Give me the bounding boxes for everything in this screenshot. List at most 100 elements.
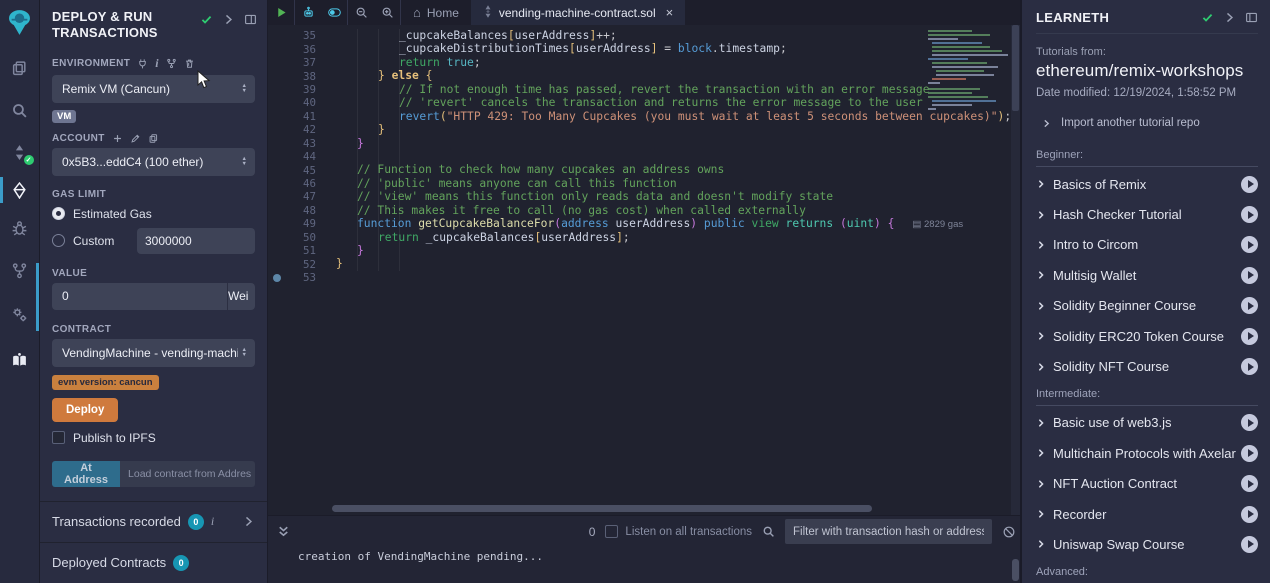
tutorial-item[interactable]: NFT Auction Contract: [1036, 469, 1258, 499]
tutorial-item[interactable]: Solidity Beginner Course: [1036, 291, 1258, 321]
code-line[interactable]: function getCupcakeBalanceFor(address us…: [330, 217, 1020, 230]
account-select[interactable]: 0x5B3...eddC4 (100 ether) ▲▼: [52, 148, 255, 176]
tutorial-item[interactable]: Solidity NFT Course: [1036, 351, 1258, 381]
import-tutorial-repo[interactable]: Import another tutorial repo: [1042, 117, 1258, 129]
code-line[interactable]: }: [330, 257, 1020, 270]
solidity-compiler-icon[interactable]: ✓: [0, 137, 40, 167]
code-editor[interactable]: 35363738394041424344454647484950515253 _…: [268, 25, 1020, 515]
environment-info-icon[interactable]: i: [155, 56, 159, 71]
learneth-expand-icon[interactable]: [1223, 11, 1236, 24]
gutter-line[interactable]: 39: [268, 83, 330, 96]
transactions-info-icon[interactable]: i: [211, 514, 214, 529]
sign-message-icon[interactable]: [130, 133, 141, 144]
editor-gutter[interactable]: 35363738394041424344454647484950515253: [268, 25, 330, 515]
play-tutorial-button[interactable]: [1241, 267, 1258, 284]
remix-logo-icon[interactable]: [0, 3, 40, 41]
zoom-in-icon[interactable]: [374, 0, 400, 25]
play-tutorial-button[interactable]: [1241, 236, 1258, 253]
custom-gas-radio[interactable]: [52, 234, 65, 247]
code-line[interactable]: // 'public' means anyone can call this f…: [330, 177, 1020, 190]
tutorial-item[interactable]: Basics of Remix: [1036, 169, 1258, 199]
contract-select[interactable]: VendingMachine - vending-machin ▲▼: [52, 339, 255, 367]
tab-file[interactable]: vending-machine-contract.sol ×: [471, 0, 685, 25]
terminal-transaction-row[interactable]: [vm] from: 0x5B3...eddC4 to: VendingMach…: [298, 577, 1000, 583]
play-tutorial-button[interactable]: [1241, 206, 1258, 223]
gutter-line[interactable]: 40: [268, 96, 330, 109]
zoom-out-icon[interactable]: [348, 0, 374, 25]
code-line[interactable]: // Function to check how many cupcakes a…: [330, 163, 1020, 176]
play-tutorial-button[interactable]: [1241, 414, 1258, 431]
add-account-icon[interactable]: [112, 133, 123, 144]
learneth-icon[interactable]: [0, 345, 40, 375]
deploy-run-icon[interactable]: [0, 175, 40, 205]
gutter-line[interactable]: 50: [268, 231, 330, 244]
tutorial-item[interactable]: Recorder: [1036, 499, 1258, 529]
gutter-line[interactable]: 47: [268, 190, 330, 203]
listen-all-transactions-checkbox[interactable]: [605, 525, 618, 538]
gutter-line[interactable]: 45: [268, 163, 330, 176]
play-tutorial-button[interactable]: [1241, 176, 1258, 193]
copilot-toggle-icon[interactable]: [321, 0, 347, 25]
editor-minimap[interactable]: [922, 27, 1010, 111]
delete-state-icon[interactable]: [184, 58, 195, 69]
breakpoint-dot[interactable]: [273, 274, 281, 282]
gutter-line[interactable]: 35: [268, 29, 330, 42]
estimated-gas-radio[interactable]: [52, 207, 65, 220]
gutter-line[interactable]: 52: [268, 257, 330, 270]
tab-home[interactable]: ⌂ Home: [401, 0, 471, 25]
code-line[interactable]: }: [330, 137, 1020, 150]
code-line[interactable]: }: [330, 123, 1020, 136]
editor-horizontal-scrollbar[interactable]: [332, 505, 872, 512]
gutter-line[interactable]: 38: [268, 69, 330, 82]
file-explorer-icon[interactable]: [0, 53, 40, 83]
code-line[interactable]: [330, 150, 1020, 163]
run-script-icon[interactable]: [268, 0, 294, 25]
panel-pin-icon[interactable]: [244, 13, 257, 26]
environment-select[interactable]: Remix VM (Cancun) ▲▼: [52, 75, 255, 103]
tutorial-item[interactable]: Intro to Circom: [1036, 230, 1258, 260]
search-icon[interactable]: [0, 95, 40, 125]
copy-account-icon[interactable]: [148, 133, 159, 144]
gutter-line[interactable]: 51: [268, 244, 330, 257]
at-address-button[interactable]: At Address: [52, 461, 120, 487]
value-input[interactable]: [52, 283, 227, 310]
gutter-line[interactable]: 46: [268, 177, 330, 190]
debugger-icon[interactable]: [0, 213, 40, 243]
value-unit-select[interactable]: Wei▲▼: [227, 283, 255, 310]
tutorial-item[interactable]: Uniswap Swap Course: [1036, 529, 1258, 559]
deployed-contracts-row[interactable]: Deployed Contracts 0: [40, 542, 267, 583]
gutter-line[interactable]: 42: [268, 123, 330, 136]
code-line[interactable]: // 'revert' cancels the transaction and …: [330, 96, 1020, 109]
terminal-filter-input[interactable]: [785, 519, 992, 544]
code-line[interactable]: // This makes it free to call (no gas co…: [330, 204, 1020, 217]
code-line[interactable]: [330, 271, 1020, 284]
code-line[interactable]: }: [330, 244, 1020, 257]
chevron-right-icon[interactable]: [242, 515, 255, 528]
play-tutorial-button[interactable]: [1241, 358, 1258, 375]
plug-icon[interactable]: [137, 58, 148, 69]
fork-state-icon[interactable]: [166, 58, 177, 69]
tutorial-item[interactable]: Hash Checker Tutorial: [1036, 199, 1258, 229]
gutter-line[interactable]: 49: [268, 217, 330, 230]
play-tutorial-button[interactable]: [1241, 445, 1258, 462]
deploy-button[interactable]: Deploy: [52, 398, 118, 422]
editor-vertical-scrollbar[interactable]: [1011, 25, 1020, 515]
play-tutorial-button[interactable]: [1241, 328, 1258, 345]
plugin-manager-icon[interactable]: [0, 299, 40, 329]
gutter-line[interactable]: 53: [268, 271, 330, 284]
code-line[interactable]: revert("HTTP 429: Too Many Cupcakes (you…: [330, 110, 1020, 123]
play-tutorial-button[interactable]: [1241, 506, 1258, 523]
close-tab-icon[interactable]: ×: [666, 5, 674, 20]
tutorial-item[interactable]: Multisig Wallet: [1036, 260, 1258, 290]
gutter-line[interactable]: 41: [268, 110, 330, 123]
publish-ipfs-checkbox[interactable]: [52, 431, 65, 444]
custom-gas-input[interactable]: [137, 228, 255, 254]
code-line[interactable]: return _cupcakeBalances[userAddress];: [330, 231, 1020, 244]
remix-ai-icon[interactable]: [295, 0, 321, 25]
gutter-line[interactable]: 43: [268, 137, 330, 150]
code-line[interactable]: // If not enough time has passed, revert…: [330, 83, 1020, 96]
code-line[interactable]: } else {: [330, 69, 1020, 82]
gutter-line[interactable]: 44: [268, 150, 330, 163]
terminal-scrollbar[interactable]: [1012, 559, 1019, 581]
clear-terminal-icon[interactable]: [1002, 525, 1016, 539]
